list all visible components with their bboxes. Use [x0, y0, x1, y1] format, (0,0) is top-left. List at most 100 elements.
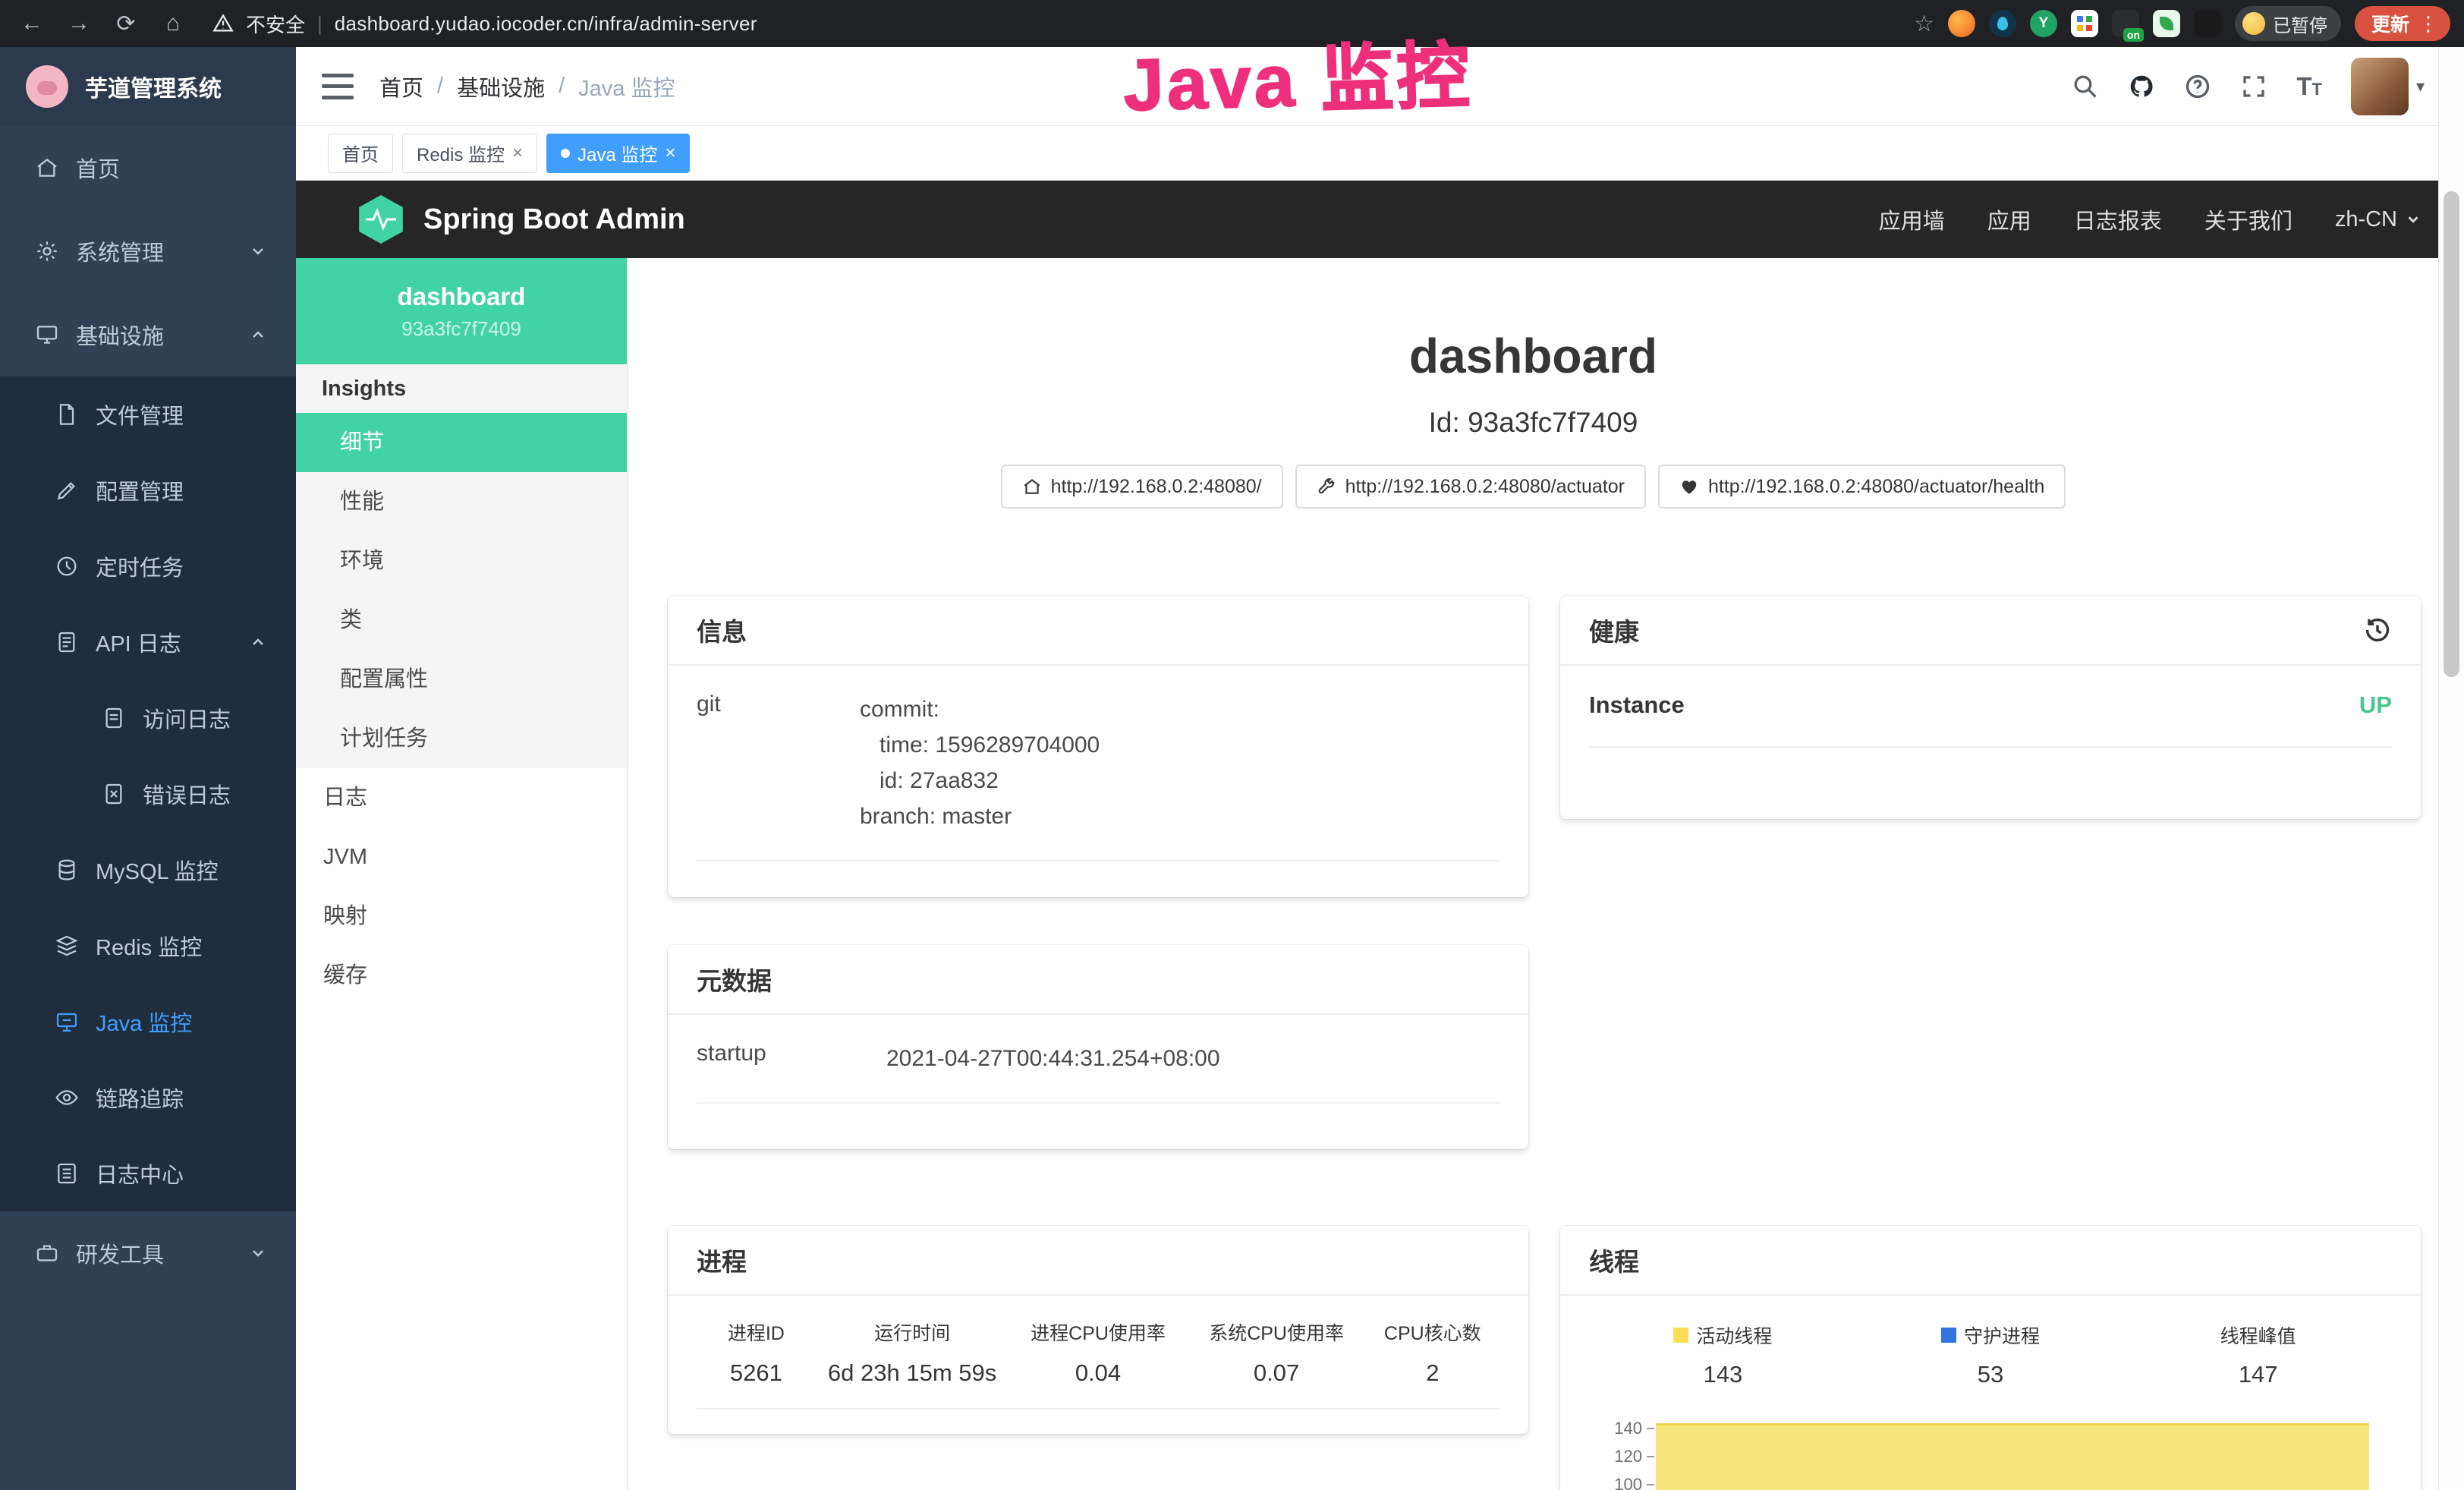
metadata-card-body: startup 2021-04-27T00:44:31.254+08:00 [668, 1015, 1528, 1104]
browser-toolbar-right: ☆ Y on 已暂停 更新 ⋮ [1914, 0, 2450, 47]
process-header: 运行时间 [816, 1318, 1009, 1346]
github-icon[interactable] [2128, 73, 2155, 100]
extension-drop-icon[interactable] [1989, 10, 2016, 37]
breadcrumb-separator: / [437, 74, 443, 99]
git-commit-line: commit: [860, 691, 1499, 727]
sidebar-item-file[interactable]: 文件管理 [0, 376, 296, 452]
health-url-button[interactable]: http://192.168.0.2:48080/actuator/health [1658, 465, 2066, 509]
sba-menu-details[interactable]: 细节 [296, 413, 627, 472]
wrench-icon [1317, 477, 1336, 496]
process-value: 0.04 [1009, 1359, 1187, 1387]
instance-id-line: Id: 93a3fc7f7409 [628, 407, 2438, 439]
health-instance-row[interactable]: Instance UP [1589, 691, 2392, 748]
sba-header: Spring Boot Admin 应用墙 应用 日志报表 关于我们 zh-CN [296, 181, 2464, 258]
help-icon[interactable] [2184, 73, 2211, 100]
user-menu[interactable]: ▾ [2351, 58, 2425, 115]
sidebar-item-home[interactable]: 首页 [0, 126, 296, 209]
sba-nav-about[interactable]: 关于我们 [2204, 203, 2292, 235]
sba-menu-classes[interactable]: 类 [296, 591, 627, 650]
extension-puzzle-icon[interactable] [2194, 10, 2221, 37]
address-bar[interactable]: 不安全 | dashboard.yudao.iocoder.cn/infra/a… [212, 10, 757, 38]
extension-fox-icon[interactable] [1948, 10, 1975, 37]
scrollbar-thumb[interactable] [2444, 191, 2459, 677]
daemon-threads-swatch [1941, 1328, 1956, 1343]
info-card-body: git commit: time: 1596289704000 id: 27aa… [668, 666, 1528, 862]
tag-redis[interactable]: Redis 监控 × [402, 134, 537, 173]
sidebar-item-error-log[interactable]: 错误日志 [0, 756, 296, 832]
metadata-card-header: 元数据 [668, 945, 1528, 1015]
process-card-title: 进程 [697, 1242, 747, 1278]
search-icon[interactable] [2072, 73, 2099, 100]
tag-home[interactable]: 首页 [328, 134, 393, 173]
sba-menu-caches[interactable]: 缓存 [296, 946, 627, 1005]
extension-y-icon[interactable]: Y [2030, 10, 2057, 37]
metadata-startup-row: startup 2021-04-27T00:44:31.254+08:00 [697, 1041, 1499, 1104]
sidebar-item-log-center[interactable]: 日志中心 [0, 1136, 296, 1211]
process-value: 2 [1366, 1359, 1499, 1387]
chrome-update-button[interactable]: 更新 ⋮ [2355, 6, 2450, 41]
hamburger-icon[interactable] [322, 74, 354, 99]
close-icon[interactable]: × [665, 143, 675, 164]
sba-nav-applications[interactable]: 应用 [1987, 203, 2031, 235]
user-avatar[interactable] [2351, 58, 2409, 115]
sidebar-item-java[interactable]: Java 监控 [0, 984, 296, 1060]
log-icon [55, 630, 79, 654]
chrome-menu-icon[interactable]: ⋮ [2418, 12, 2438, 36]
legend-value: 53 [1857, 1361, 2125, 1388]
browser-scrollbar[interactable] [2438, 47, 2464, 1490]
fullscreen-icon[interactable] [2240, 73, 2267, 100]
sidebar-item-access-log[interactable]: 访问日志 [0, 680, 296, 756]
sba-nav-journal[interactable]: 日志报表 [2074, 203, 2162, 235]
extension-leaf-icon[interactable] [2153, 10, 2180, 37]
sidebar-item-tracer[interactable]: 链路追踪 [0, 1060, 296, 1136]
threads-chart-yaxis: 140 120 100 [1589, 1414, 1654, 1490]
extension-grid-icon[interactable] [2071, 10, 2098, 37]
forward-icon[interactable]: → [59, 4, 99, 43]
reload-icon[interactable]: ⟳ [106, 4, 146, 43]
back-icon[interactable]: ← [12, 4, 52, 43]
tag-java-active[interactable]: Java 监控 × [546, 134, 690, 173]
process-header: 进程ID [697, 1318, 816, 1346]
breadcrumb-infra[interactable]: 基础设施 [457, 71, 545, 102]
sidebar-item-job[interactable]: 定时任务 [0, 528, 296, 604]
sba-menu-logs[interactable]: 日志 [296, 768, 627, 827]
sidebar-item-system[interactable]: 系统管理 [0, 209, 296, 293]
legend-label: 活动线程 [1696, 1321, 1772, 1349]
process-value: 0.07 [1188, 1359, 1366, 1387]
process-header: CPU核心数 [1366, 1318, 1499, 1346]
font-size-icon[interactable]: TT [2296, 72, 2322, 101]
service-url-button[interactable]: http://192.168.0.2:48080/ [1001, 465, 1283, 509]
sba-menu-mappings[interactable]: 映射 [296, 887, 627, 946]
breadcrumb-home[interactable]: 首页 [379, 71, 423, 102]
sidebar-item-redis[interactable]: Redis 监控 [0, 908, 296, 984]
history-icon[interactable] [2363, 616, 2392, 644]
sidebar-item-mysql[interactable]: MySQL 监控 [0, 832, 296, 908]
instance-name: dashboard [398, 282, 526, 311]
close-icon[interactable]: × [512, 143, 523, 164]
sba-locale-select[interactable]: zh-CN [2335, 207, 2422, 232]
actuator-url-button[interactable]: http://192.168.0.2:48080/actuator [1295, 465, 1646, 509]
profile-paused-chip[interactable]: 已暂停 [2235, 6, 2341, 41]
sba-nav-wallboard[interactable]: 应用墙 [1879, 203, 1945, 235]
sba-menu-env[interactable]: 环境 [296, 531, 627, 591]
sidebar-item-infra[interactable]: 基础设施 [0, 293, 296, 376]
bookmark-star-icon[interactable]: ☆ [1914, 11, 1934, 37]
annotation-java-monitor: Java 监控 [1122, 17, 1474, 132]
sidebar-item-label: Java 监控 [96, 1006, 192, 1038]
sba-menu-configprops[interactable]: 配置属性 [296, 650, 627, 709]
process-card-header: 进程 [668, 1226, 1528, 1296]
sidebar-item-dev-tool[interactable]: 研发工具 [0, 1211, 296, 1295]
sba-brand[interactable]: Spring Boot Admin [296, 195, 685, 244]
sidebar-item-api-log[interactable]: API 日志 [0, 604, 296, 680]
legend-value: 143 [1589, 1361, 1857, 1388]
app-logo[interactable]: 芋道管理系统 [0, 47, 296, 126]
home-icon[interactable]: ⌂ [153, 4, 193, 43]
sba-menu-metrics[interactable]: 性能 [296, 472, 627, 531]
extension-switch-icon[interactable]: on [2112, 10, 2139, 37]
sidebar-item-config[interactable]: 配置管理 [0, 452, 296, 528]
url-text[interactable]: dashboard.yudao.iocoder.cn/infra/admin-s… [335, 12, 757, 36]
screenshot-canvas: ← → ⟳ ⌂ 不安全 | dashboard.yudao.iocoder.cn… [0, 0, 2464, 1490]
sidebar-item-label: API 日志 [96, 626, 181, 658]
sba-menu-scheduledtasks[interactable]: 计划任务 [296, 709, 627, 768]
sba-menu-jvm[interactable]: JVM [296, 827, 627, 887]
